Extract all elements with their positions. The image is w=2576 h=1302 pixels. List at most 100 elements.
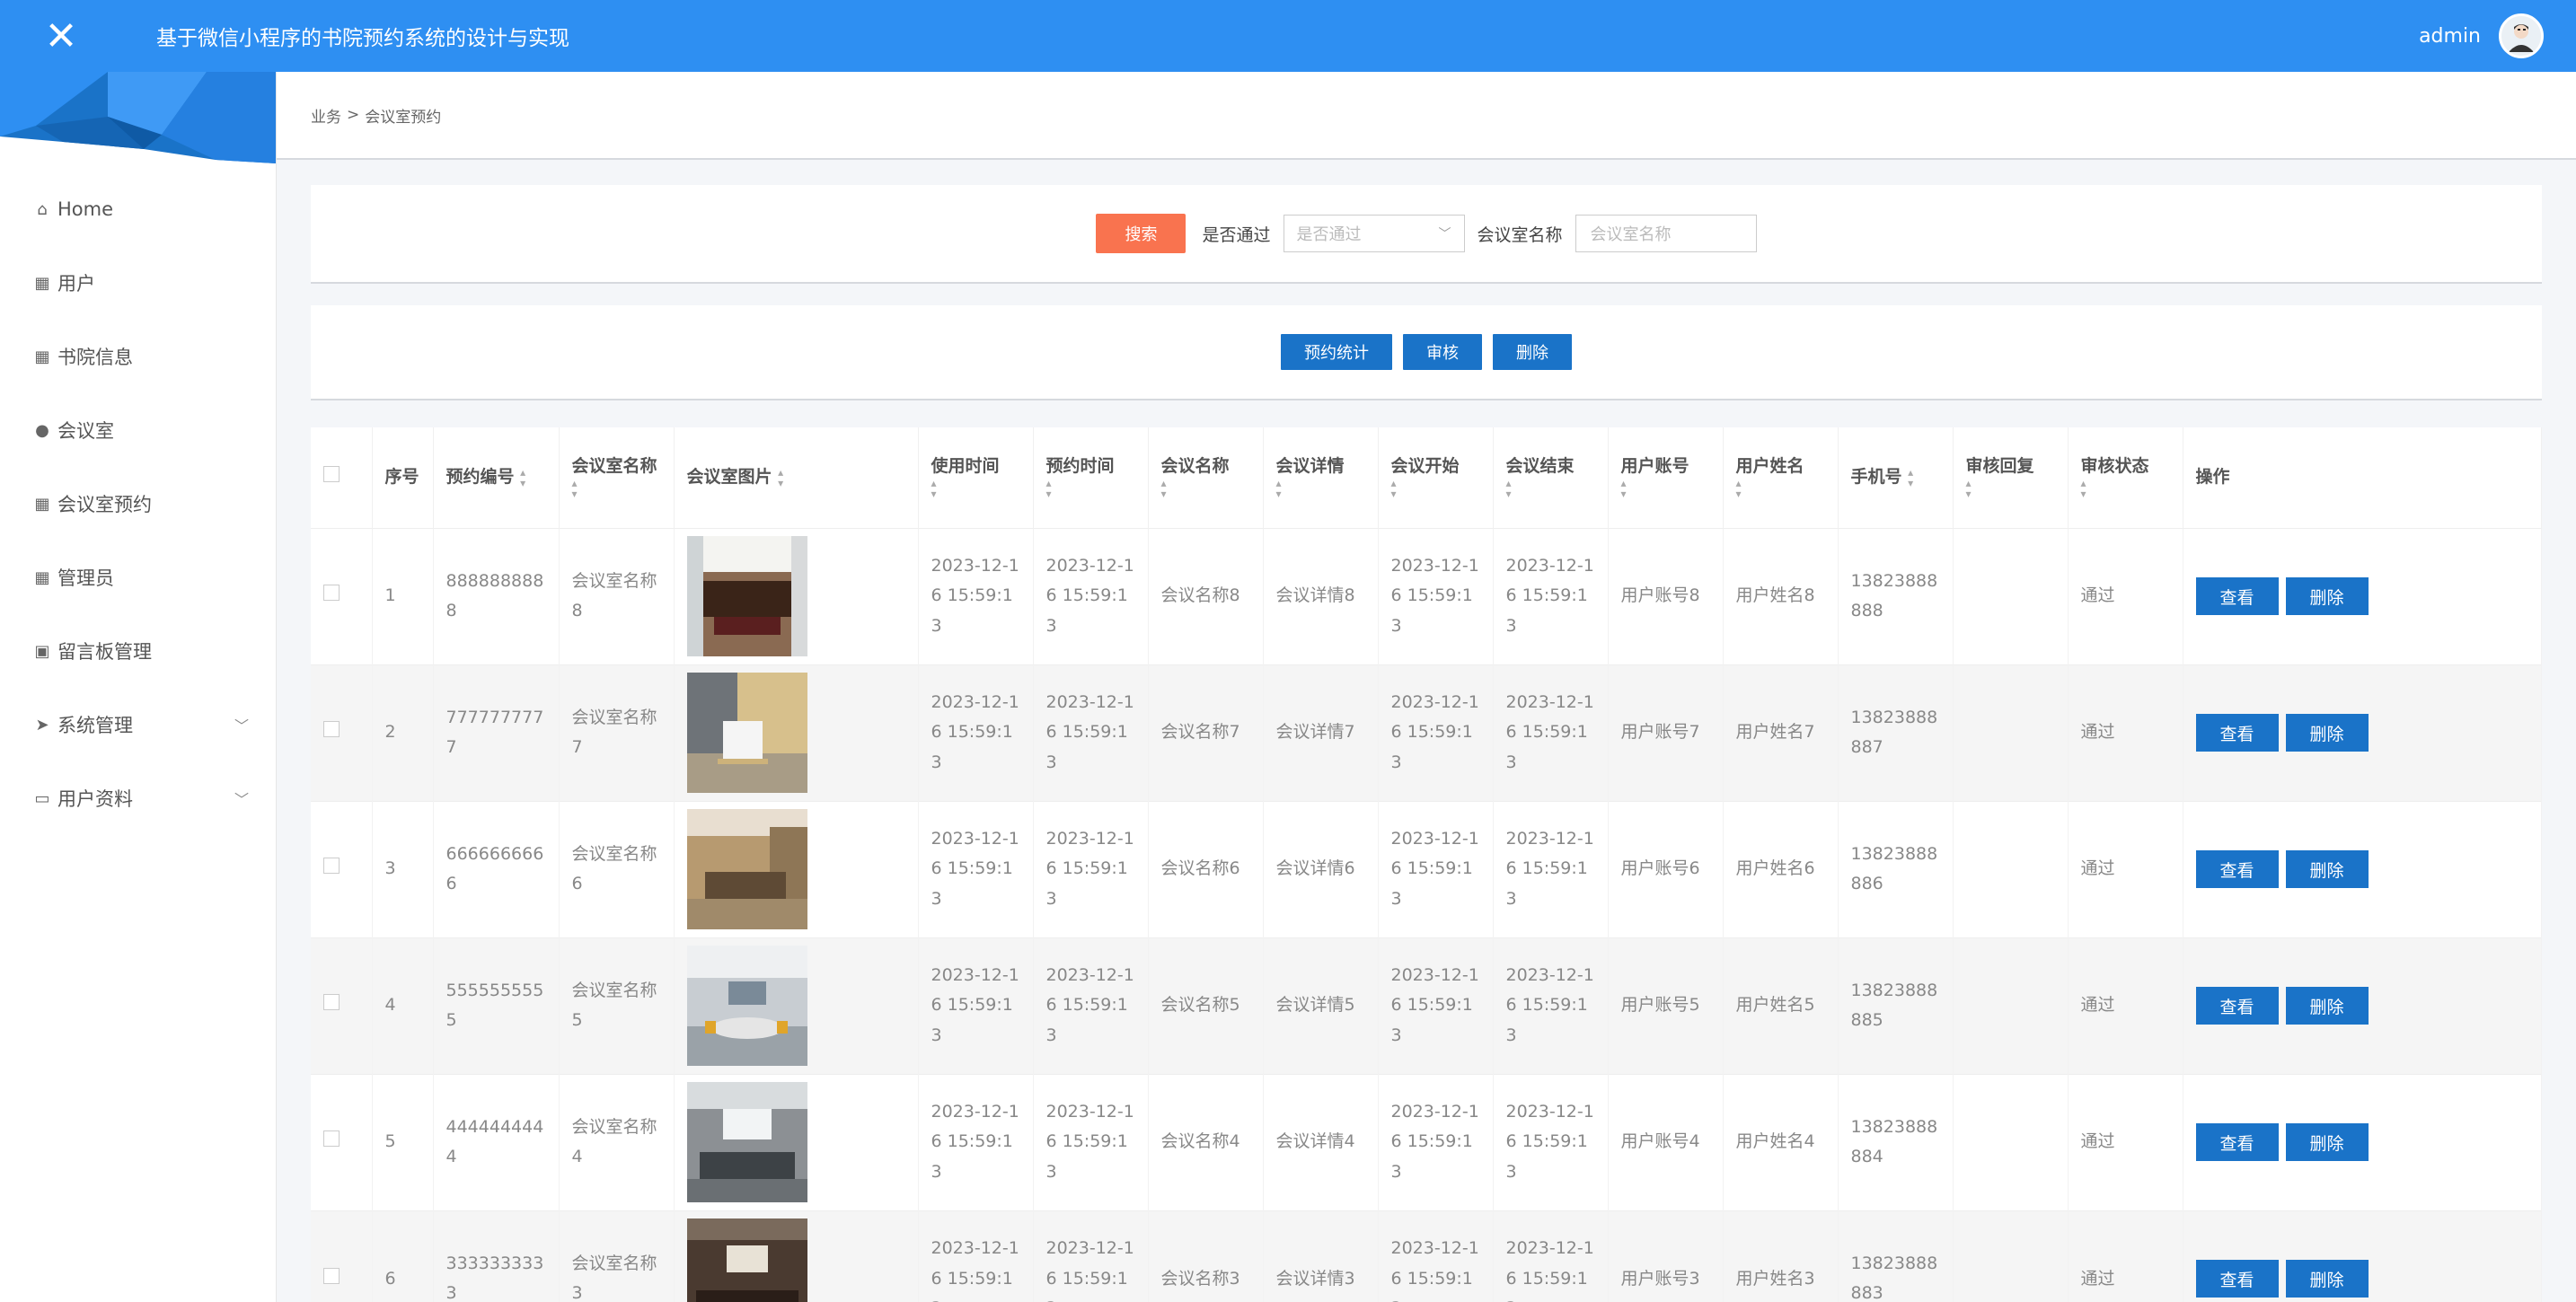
sidebar-banner xyxy=(0,72,276,163)
col-meeting-detail[interactable]: 会议详情 ▴ ▾ xyxy=(1263,427,1379,528)
col-user-name[interactable]: 用户姓名 ▴ ▾ xyxy=(1723,427,1839,528)
cell-user-account: 用户账号6 xyxy=(1608,800,1724,937)
col-room-name[interactable]: 会议室名称 ▴ ▾ xyxy=(559,427,675,528)
booking-stats-button[interactable]: 预约统计 xyxy=(1281,334,1392,370)
row-checkbox[interactable] xyxy=(323,585,340,602)
sort-icon[interactable]: ▴ ▾ xyxy=(1161,478,1167,499)
room-photo[interactable] xyxy=(686,673,807,793)
row-checkbox[interactable] xyxy=(323,858,340,875)
sort-icon[interactable]: ▴ ▾ xyxy=(931,478,937,499)
sidebar-item-label: Home xyxy=(57,198,114,220)
cell-booking-no: 8888888888 xyxy=(433,527,560,664)
view-button[interactable]: 查看 xyxy=(2195,850,2279,888)
cell-meeting-detail: 会议详情8 xyxy=(1263,527,1379,664)
row-checkbox[interactable] xyxy=(323,1130,340,1148)
sort-icon[interactable]: ▴ ▾ xyxy=(1276,478,1282,499)
cell-meeting-end: 2023-12-16 15:59:13 xyxy=(1493,527,1609,664)
delete-button[interactable]: 删除 xyxy=(2285,1123,2369,1161)
sidebar-item-meeting-room[interactable]: ● 会议室 xyxy=(0,393,276,467)
sort-icon[interactable]: ▴ ▾ xyxy=(1966,478,1972,499)
sort-icon[interactable]: ▴ ▾ xyxy=(520,467,525,488)
col-review-reply[interactable]: 审核回复 ▴ ▾ xyxy=(1953,427,2069,528)
cell-meeting-start: 2023-12-16 15:59:13 xyxy=(1378,800,1494,937)
cell-booking-time: 2023-12-16 15:59:13 xyxy=(1033,664,1149,801)
cell-review-status: 通过 xyxy=(2068,527,2183,664)
table-row: 1 8888888888 会议室名称8 2023-12-16 15:59:13 … xyxy=(311,527,2542,664)
pass-filter-select[interactable]: 是否通过 ﹀ xyxy=(1283,215,1465,252)
row-select-cell xyxy=(311,664,373,801)
col-meeting-start[interactable]: 会议开始 ▴ ▾ xyxy=(1378,427,1494,528)
sidebar-item-academy-info[interactable]: ▦ 书院信息 xyxy=(0,320,276,393)
batch-delete-button[interactable]: 删除 xyxy=(1493,334,1572,370)
cell-user-account: 用户账号3 xyxy=(1608,1210,1724,1302)
select-all-checkbox[interactable] xyxy=(323,466,340,483)
select-all-cell xyxy=(311,427,373,528)
send-icon: ➤ xyxy=(35,715,49,735)
sidebar-item-label: 用户 xyxy=(57,273,95,295)
col-booking-no[interactable]: 预约编号 ▴ ▾ xyxy=(433,427,560,528)
sort-icon[interactable]: ▴ ▾ xyxy=(572,478,578,499)
table-row: 6 3333333333 会议室名称3 2023-12-16 15:59:13 … xyxy=(311,1210,2542,1302)
sidebar-item-users[interactable]: ▦ 用户 xyxy=(0,246,276,320)
row-checkbox[interactable] xyxy=(323,721,340,738)
close-sidebar-icon[interactable]: ✕ xyxy=(0,0,122,72)
sidebar-item-room-booking[interactable]: ▦ 会议室预约 xyxy=(0,467,276,541)
col-use-time[interactable]: 使用时间 ▴ ▾ xyxy=(918,427,1034,528)
sort-icon[interactable]: ▴ ▾ xyxy=(1736,478,1742,499)
view-button[interactable]: 查看 xyxy=(2195,987,2279,1025)
cell-ops: 查看 删除 xyxy=(2183,664,2542,801)
view-button[interactable]: 查看 xyxy=(2195,714,2279,752)
sidebar-item-user-profile[interactable]: ▭ 用户资料 ﹀ xyxy=(0,761,276,835)
col-room-image[interactable]: 会议室图片 ▴ ▾ xyxy=(674,427,919,528)
col-user-account[interactable]: 用户账号 ▴ ▾ xyxy=(1608,427,1724,528)
cell-room-name: 会议室名称7 xyxy=(559,664,675,801)
cell-review-status: 通过 xyxy=(2068,1073,2183,1210)
room-photo[interactable] xyxy=(686,536,807,656)
review-button[interactable]: 审核 xyxy=(1403,334,1482,370)
cell-ops: 查看 删除 xyxy=(2183,1073,2542,1210)
sidebar-item-admin[interactable]: ▦ 管理员 xyxy=(0,541,276,614)
breadcrumb-level1[interactable]: 业务 xyxy=(311,104,341,127)
row-checkbox[interactable] xyxy=(323,1267,340,1284)
cell-meeting-detail: 会议详情6 xyxy=(1263,800,1379,937)
pin-icon: ● xyxy=(35,420,49,440)
delete-button[interactable]: 删除 xyxy=(2285,577,2369,615)
username[interactable]: admin xyxy=(2419,25,2481,48)
row-checkbox[interactable] xyxy=(323,994,340,1011)
delete-button[interactable]: 删除 xyxy=(2285,1260,2369,1298)
view-button[interactable]: 查看 xyxy=(2195,1123,2279,1161)
cell-phone: 13823888886 xyxy=(1838,800,1954,937)
sidebar-item-system[interactable]: ➤ 系统管理 ﹀ xyxy=(0,688,276,761)
sort-icon[interactable]: ▴ ▾ xyxy=(1506,478,1512,499)
col-phone[interactable]: 手机号 ▴ ▾ xyxy=(1838,427,1954,528)
col-label: 使用时间 xyxy=(931,456,1000,477)
cell-meeting-name: 会议名称7 xyxy=(1148,664,1264,801)
sort-icon[interactable]: ▴ ▾ xyxy=(1046,478,1052,499)
sort-icon[interactable]: ▴ ▾ xyxy=(778,467,783,488)
delete-button[interactable]: 删除 xyxy=(2285,714,2369,752)
sidebar-item-home[interactable]: ⌂ Home xyxy=(0,172,276,246)
sidebar-item-message-board[interactable]: ▣ 留言板管理 xyxy=(0,614,276,688)
col-booking-time[interactable]: 预约时间 ▴ ▾ xyxy=(1033,427,1149,528)
room-photo[interactable] xyxy=(686,809,807,929)
search-button[interactable]: 搜索 xyxy=(1096,214,1187,253)
sort-icon[interactable]: ▴ ▾ xyxy=(1621,478,1627,499)
col-review-status[interactable]: 审核状态 ▴ ▾ xyxy=(2068,427,2183,528)
user-area[interactable]: admin xyxy=(2419,0,2544,72)
view-button[interactable]: 查看 xyxy=(2195,1260,2279,1298)
delete-button[interactable]: 删除 xyxy=(2285,987,2369,1025)
cell-ops: 查看 删除 xyxy=(2183,800,2542,937)
room-name-input[interactable]: 会议室名称 xyxy=(1575,215,1757,252)
col-meeting-name[interactable]: 会议名称 ▴ ▾ xyxy=(1148,427,1264,528)
room-photo[interactable] xyxy=(686,1082,807,1202)
col-label: 会议室图片 xyxy=(686,467,772,488)
view-button[interactable]: 查看 xyxy=(2195,577,2279,615)
col-meeting-end[interactable]: 会议结束 ▴ ▾ xyxy=(1493,427,1609,528)
room-photo[interactable] xyxy=(686,1218,807,1302)
room-photo[interactable] xyxy=(686,946,807,1066)
sort-icon[interactable]: ▴ ▾ xyxy=(1908,467,1913,488)
sort-icon[interactable]: ▴ ▾ xyxy=(2081,478,2086,499)
avatar[interactable] xyxy=(2499,13,2544,58)
delete-button[interactable]: 删除 xyxy=(2285,850,2369,888)
sort-icon[interactable]: ▴ ▾ xyxy=(1391,478,1397,499)
